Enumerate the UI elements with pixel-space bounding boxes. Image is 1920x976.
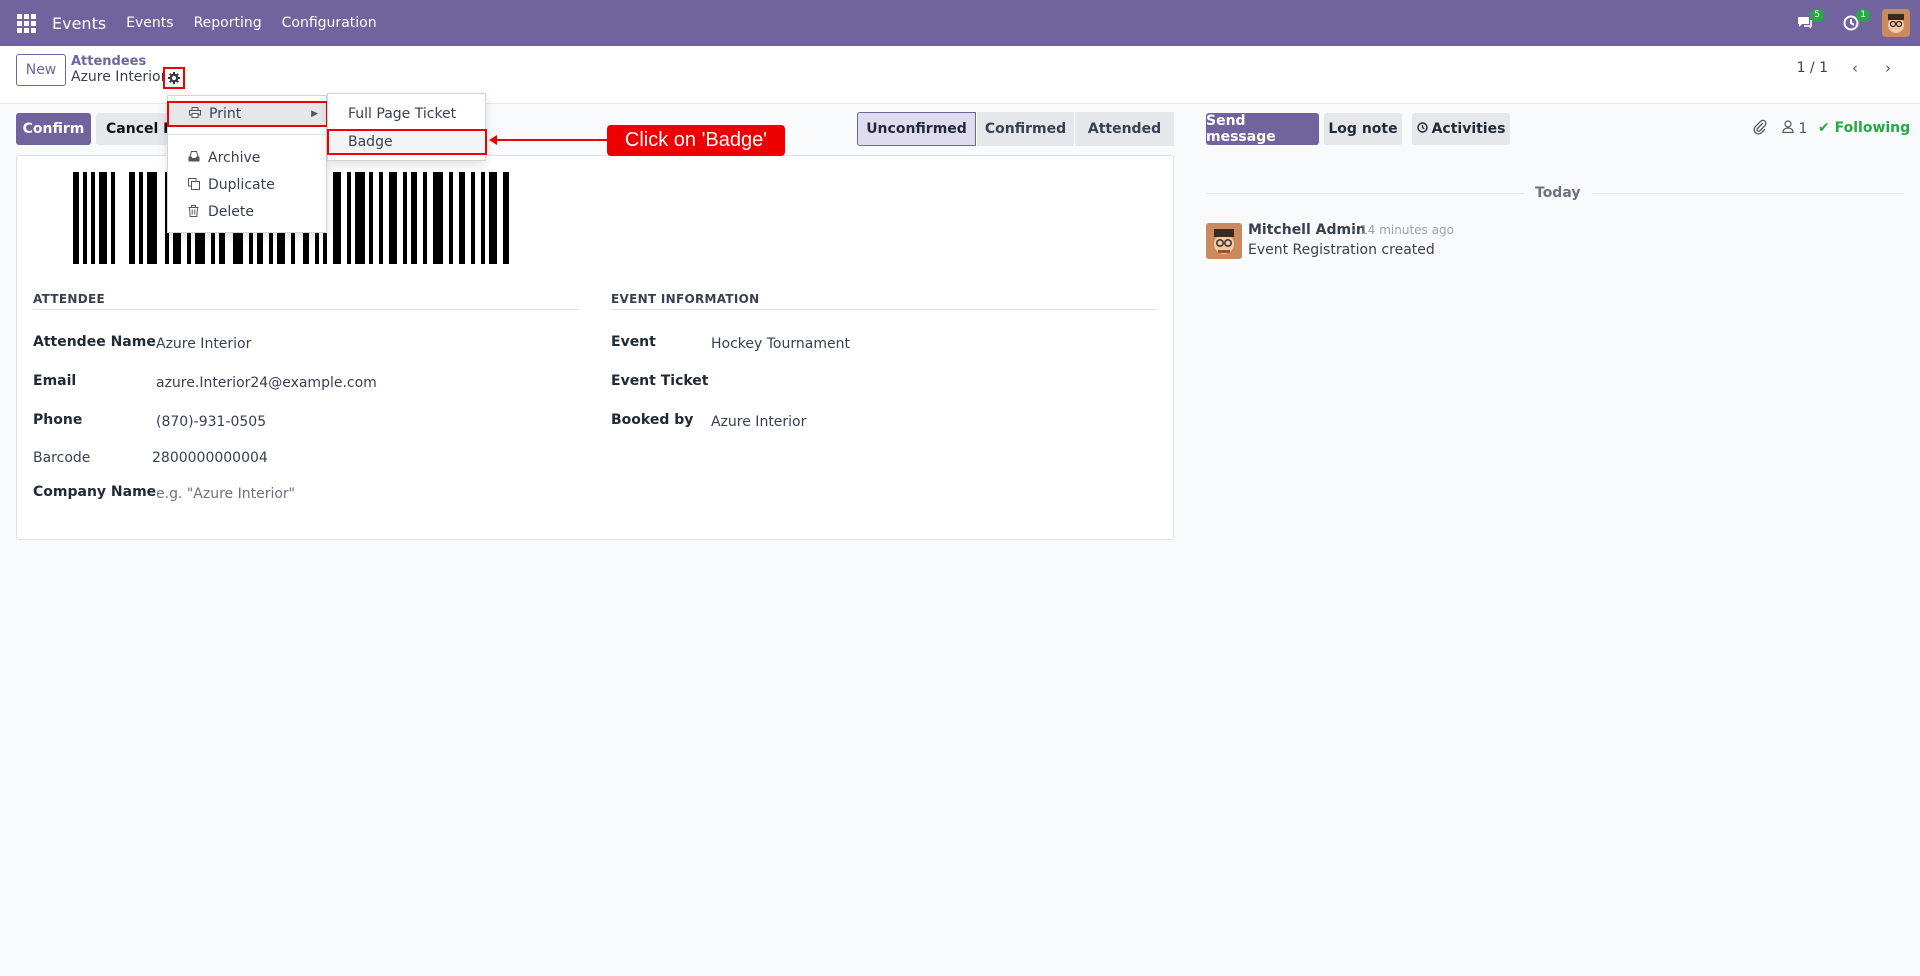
- stage-unconfirmed[interactable]: Unconfirmed: [857, 112, 976, 146]
- check-icon: ✔: [1818, 120, 1830, 136]
- booked-by-field[interactable]: Azure Interior: [711, 414, 806, 430]
- message-author[interactable]: Mitchell Admin: [1248, 222, 1366, 238]
- confirm-button[interactable]: Confirm: [16, 113, 91, 145]
- attendee-section-title: ATTENDEE: [33, 292, 105, 306]
- activities-label: Activities: [1431, 121, 1506, 137]
- annotation-arrow-head: [489, 135, 497, 145]
- activities-count-badge: 1: [1856, 9, 1870, 22]
- nav-reporting[interactable]: Reporting: [194, 15, 262, 31]
- pager-prev-icon[interactable]: ‹: [1841, 54, 1869, 82]
- print-icon: [189, 107, 209, 121]
- menu-item-duplicate[interactable]: Duplicate: [168, 172, 326, 198]
- annotation-callout: Click on 'Badge': [607, 125, 785, 156]
- attendee-section-divider: [33, 309, 579, 310]
- event-ticket-label: Event Ticket: [611, 373, 709, 389]
- messages-icon[interactable]: 5: [1790, 8, 1824, 38]
- user-icon: [1782, 120, 1798, 137]
- event-field[interactable]: Hockey Tournament: [711, 336, 850, 352]
- status-bar: Unconfirmed Confirmed Attended: [857, 112, 1174, 146]
- following-button[interactable]: ✔ Following: [1818, 120, 1910, 136]
- caret-right-icon: ▶: [311, 109, 318, 119]
- company-name-input[interactable]: e.g. "Azure Interior": [156, 486, 295, 502]
- stage-confirmed[interactable]: Confirmed: [976, 112, 1074, 146]
- print-submenu: Full Page Ticket Badge: [327, 93, 487, 161]
- company-name-label: Company Name: [33, 484, 157, 500]
- pager-value[interactable]: 1 / 1: [1797, 60, 1828, 76]
- event-label: Event: [611, 334, 656, 350]
- trash-icon: [188, 204, 208, 220]
- menu-item-archive[interactable]: Archive: [168, 145, 326, 171]
- menu-item-print[interactable]: Print ▶: [167, 101, 328, 127]
- copy-icon: [188, 177, 208, 193]
- message-time: - 14 minutes ago: [1352, 223, 1454, 237]
- event-section-title: EVENT INFORMATION: [611, 292, 760, 306]
- breadcrumb-attendees[interactable]: Attendees: [71, 54, 146, 69]
- today-divider-left: [1206, 193, 1524, 194]
- email-label: Email: [33, 373, 77, 389]
- followers-button[interactable]: 1: [1782, 120, 1807, 137]
- clock-icon: [1416, 121, 1428, 137]
- app-brand[interactable]: Events: [52, 14, 106, 33]
- attendee-name-label: Attendee Name: [33, 334, 156, 350]
- event-section-divider: [611, 309, 1157, 310]
- gear-icon[interactable]: [163, 67, 185, 89]
- nav-configuration[interactable]: Configuration: [282, 15, 377, 31]
- pager-next-icon[interactable]: ›: [1874, 54, 1902, 82]
- nav-events[interactable]: Events: [126, 15, 173, 31]
- user-avatar[interactable]: [1882, 9, 1910, 37]
- breadcrumb-current: Azure Interior: [71, 69, 167, 85]
- author-avatar[interactable]: [1206, 223, 1242, 259]
- menu-divider: [168, 134, 326, 135]
- submenu-full-page-ticket[interactable]: Full Page Ticket: [328, 101, 485, 127]
- submenu-badge[interactable]: Badge: [327, 129, 487, 155]
- phone-label: Phone: [33, 412, 83, 428]
- delete-label: Delete: [208, 204, 254, 220]
- new-button[interactable]: New: [16, 54, 66, 86]
- annotation-arrow-line: [494, 139, 608, 141]
- cancel-registration-button[interactable]: Cancel Registration: [96, 113, 176, 145]
- activities-button[interactable]: Activities: [1412, 113, 1510, 145]
- print-label: Print: [209, 106, 242, 122]
- following-label: Following: [1834, 120, 1911, 136]
- today-divider-right: [1592, 193, 1904, 194]
- paperclip-icon[interactable]: [1753, 119, 1767, 139]
- barcode-label: Barcode: [33, 450, 91, 466]
- log-note-button[interactable]: Log note: [1324, 113, 1402, 145]
- barcode-field[interactable]: 2800000000004: [152, 450, 268, 466]
- messages-count-badge: 5: [1810, 9, 1824, 22]
- today-label: Today: [1535, 185, 1581, 201]
- top-navbar: Events Events Reporting Configuration 5 …: [0, 0, 1920, 46]
- stage-attended[interactable]: Attended: [1074, 112, 1174, 146]
- gear-dropdown-menu: Print ▶ Archive Duplicate Delete: [167, 95, 328, 233]
- archive-icon: [188, 151, 208, 165]
- apps-menu-icon[interactable]: [0, 0, 52, 46]
- booked-by-label: Booked by: [611, 412, 694, 428]
- duplicate-label: Duplicate: [208, 177, 275, 193]
- email-field[interactable]: azure.Interior24@example.com: [156, 375, 377, 391]
- attendee-name-field[interactable]: Azure Interior: [156, 336, 251, 352]
- menu-item-delete[interactable]: Delete: [168, 199, 326, 225]
- message-body: Event Registration created: [1248, 242, 1435, 258]
- archive-label: Archive: [208, 150, 261, 166]
- activities-clock-icon[interactable]: 1: [1836, 8, 1870, 38]
- followers-count: 1: [1798, 121, 1808, 137]
- event-ticket-field[interactable]: [711, 375, 911, 393]
- phone-field[interactable]: (870)-931-0505: [156, 414, 266, 430]
- send-message-button[interactable]: Send message: [1206, 113, 1319, 145]
